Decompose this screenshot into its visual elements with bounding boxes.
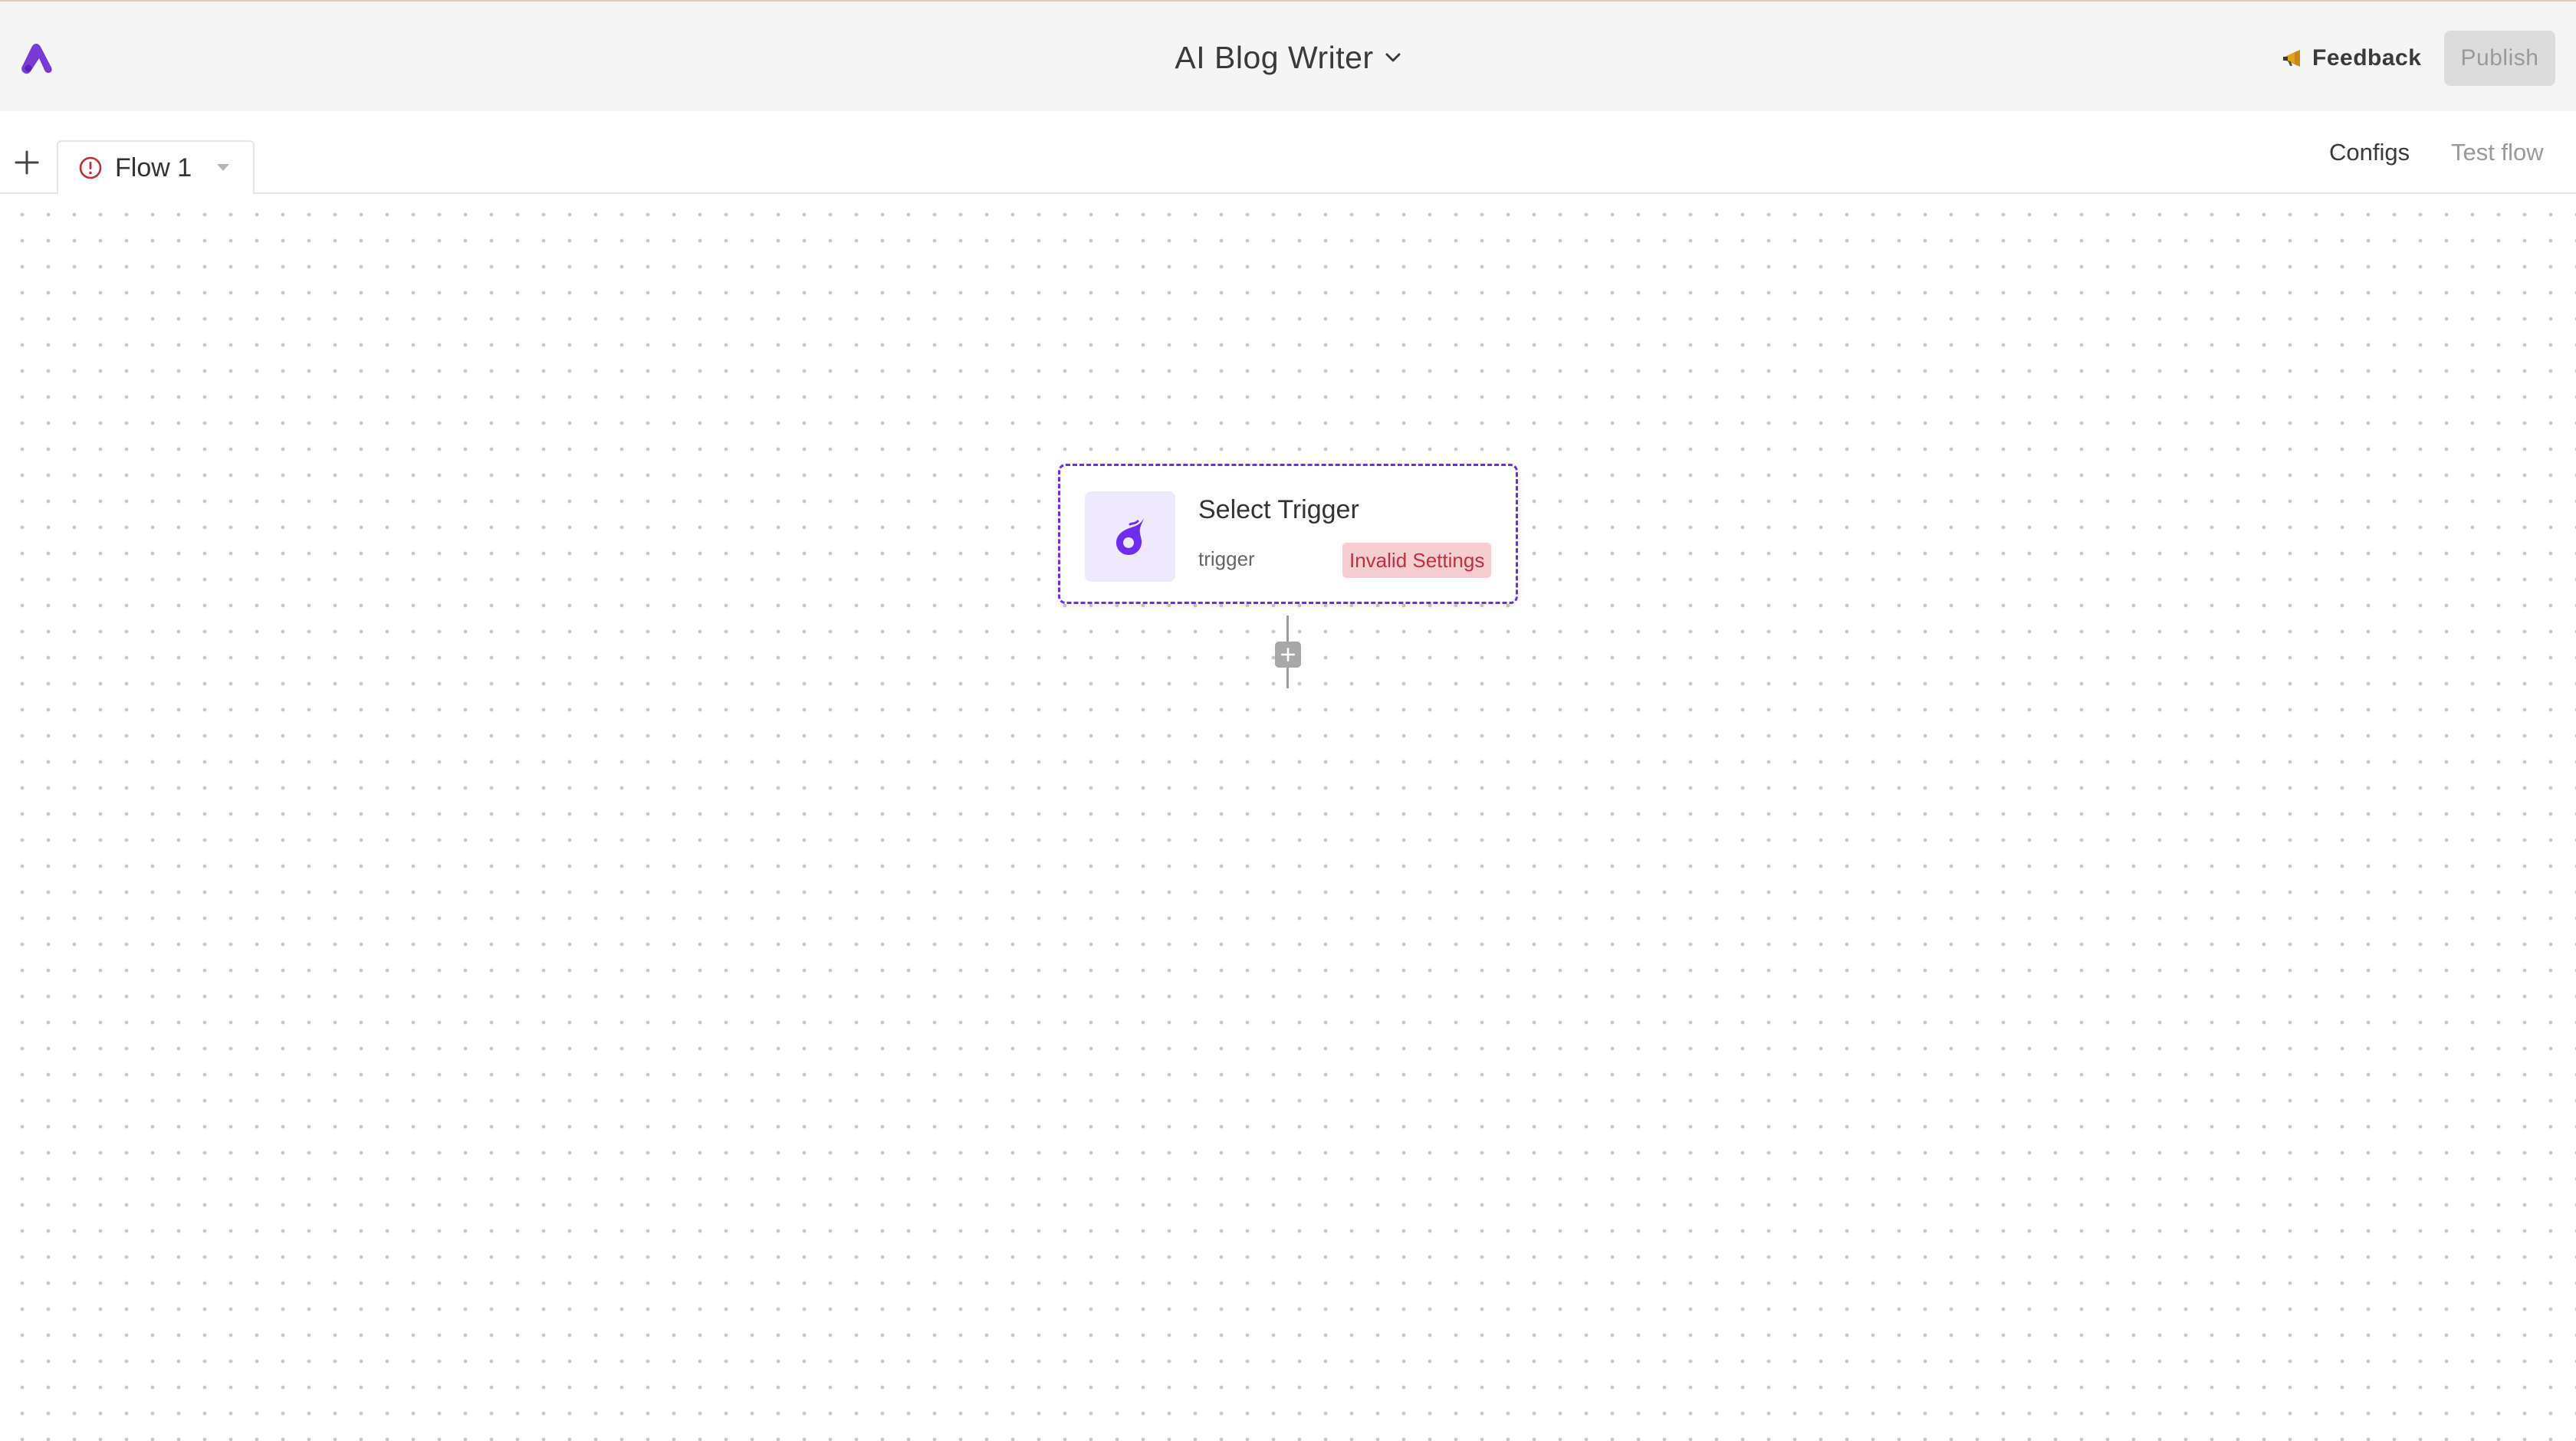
chevron-down-icon — [1385, 52, 1401, 63]
flow-tab-bar: Flow 1 Configs Test flow — [0, 111, 2576, 195]
top-header: AI Blog Writer Feedback Publish — [0, 0, 2576, 111]
feedback-button[interactable]: Feedback — [2282, 41, 2421, 75]
tab-flow-1[interactable]: Flow 1 — [57, 140, 255, 195]
test-flow-button[interactable]: Test flow — [2451, 139, 2544, 166]
caret-down-icon[interactable] — [216, 162, 230, 171]
configs-button[interactable]: Configs — [2329, 139, 2410, 166]
flow-title: AI Blog Writer — [1175, 39, 1374, 75]
add-flow-plus-icon[interactable] — [14, 149, 40, 176]
flow-canvas[interactable]: Select Trigger trigger Invalid Settings — [0, 194, 2576, 1441]
flow-title-dropdown[interactable]: AI Blog Writer — [0, 35, 2576, 80]
invalid-settings-badge: Invalid Settings — [1342, 543, 1492, 578]
node-subtitle: trigger — [1198, 547, 1255, 570]
add-step-plus-icon[interactable] — [1275, 642, 1301, 668]
tab-label: Flow 1 — [115, 153, 192, 182]
warning-icon — [78, 156, 103, 180]
node-title: Select Trigger — [1198, 495, 1359, 524]
feedback-label: Feedback — [2312, 45, 2422, 71]
publish-button[interactable]: Publish — [2444, 31, 2555, 86]
megaphone-icon — [2282, 48, 2305, 68]
trigger-icon — [1085, 491, 1175, 582]
trigger-node[interactable]: Select Trigger trigger Invalid Settings — [1058, 464, 1518, 604]
